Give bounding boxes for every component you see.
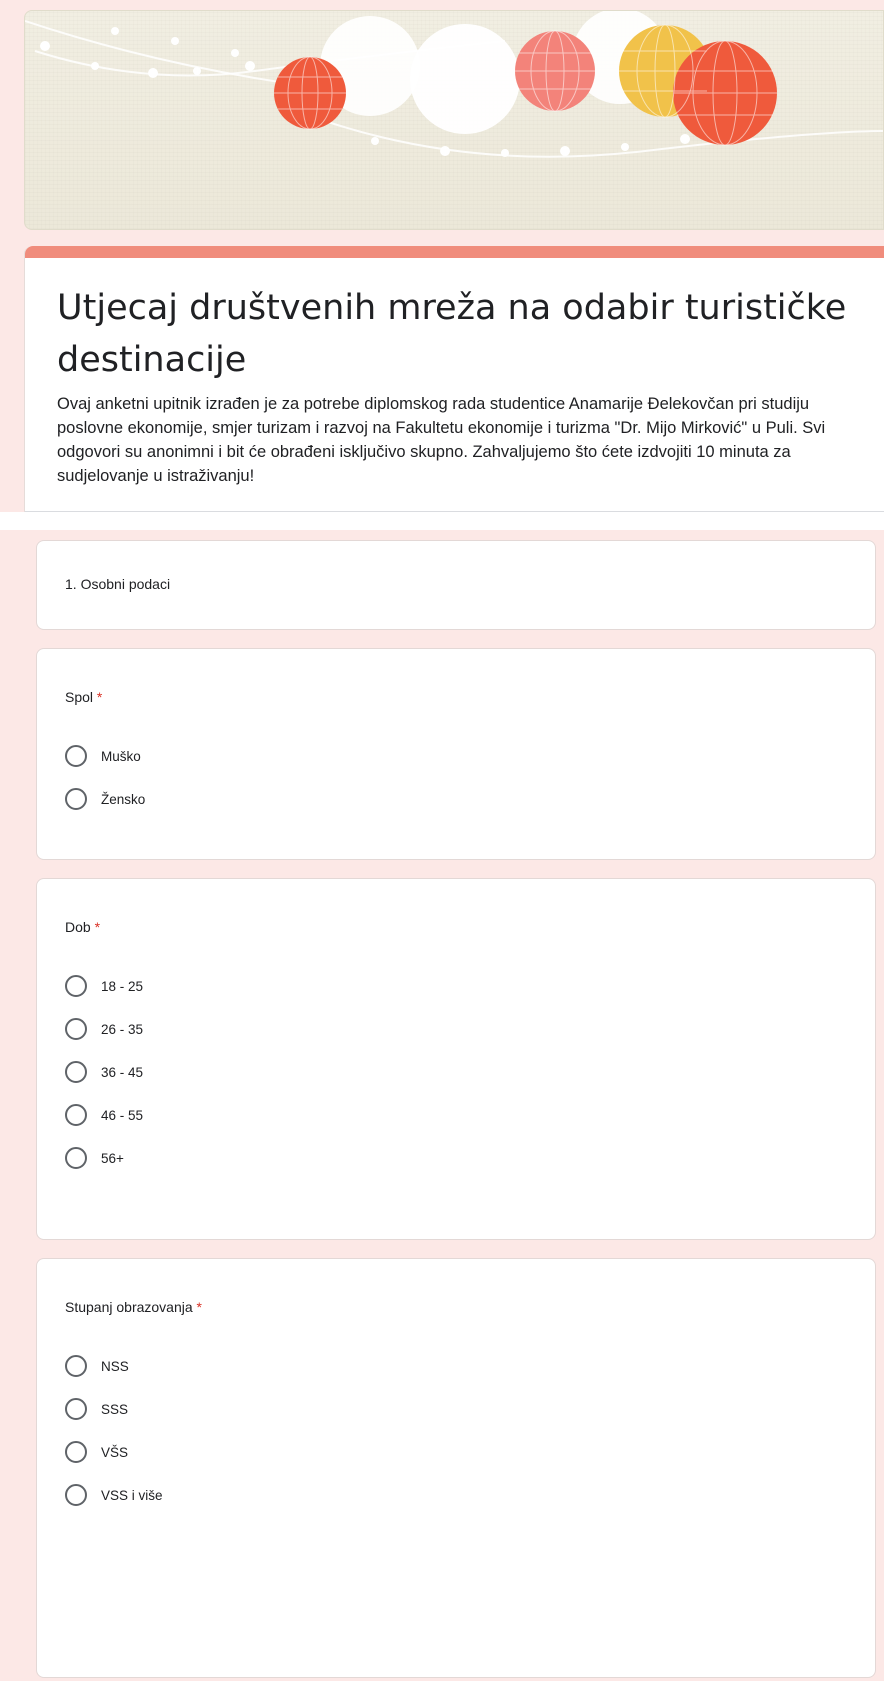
question-card-dob: Dob * 18 - 25 26 - 35 36 - 45 46 - 55 56… xyxy=(36,878,876,1240)
option-label: 46 - 55 xyxy=(101,1107,144,1123)
form-title: Utjecaj društvenih mreža na odabir turis… xyxy=(57,288,847,380)
form-header-screenshot: Utjecaj društvenih mreža na odabir turis… xyxy=(0,0,884,512)
required-asterisk: * xyxy=(96,689,103,705)
form-title-card: Utjecaj društvenih mreža na odabir turis… xyxy=(24,246,884,512)
section-title: 1. Osobni podaci xyxy=(65,576,171,592)
radio-unchecked-icon[interactable] xyxy=(65,1355,87,1377)
radio-option-56-plus[interactable]: 56+ xyxy=(65,1145,124,1171)
question-title: Spol * xyxy=(65,689,102,705)
radio-option-36-45[interactable]: 36 - 45 xyxy=(65,1059,143,1085)
radio-option-musko[interactable]: Muško xyxy=(65,743,141,769)
option-label: Muško xyxy=(101,748,141,764)
radio-option-vss-i-vise[interactable]: VSS i više xyxy=(65,1482,163,1508)
radio-unchecked-icon[interactable] xyxy=(65,1484,87,1506)
question-title: Dob * xyxy=(65,919,100,935)
option-label: 56+ xyxy=(101,1150,124,1166)
option-label: NSS xyxy=(101,1358,129,1374)
radio-unchecked-icon[interactable] xyxy=(65,1441,87,1463)
option-label: VSS i više xyxy=(101,1487,163,1503)
title-card-accent xyxy=(25,246,884,258)
radio-unchecked-icon[interactable] xyxy=(65,788,87,810)
question-title-text: Stupanj obrazovanja xyxy=(65,1299,193,1315)
option-label: 26 - 35 xyxy=(101,1021,144,1037)
radio-option-18-25[interactable]: 18 - 25 xyxy=(65,973,143,999)
radio-option-vss[interactable]: VŠS xyxy=(65,1439,128,1465)
radio-unchecked-icon[interactable] xyxy=(65,975,87,997)
radio-option-zensko[interactable]: Žensko xyxy=(65,786,145,812)
header-banner xyxy=(24,10,884,230)
radio-option-26-35[interactable]: 26 - 35 xyxy=(65,1016,143,1042)
radio-unchecked-icon[interactable] xyxy=(65,1018,87,1040)
option-label: SSS xyxy=(101,1401,129,1417)
option-label: VŠS xyxy=(101,1444,129,1460)
question-card-stupanj-obrazovanja: Stupanj obrazovanja * NSS SSS VŠS VSS i … xyxy=(36,1258,876,1678)
section-header-card: 1. Osobni podaci xyxy=(36,540,876,630)
option-label: Žensko xyxy=(101,791,146,807)
option-label: 36 - 45 xyxy=(101,1064,144,1080)
question-title-text: Dob xyxy=(65,919,91,935)
radio-option-nss[interactable]: NSS xyxy=(65,1353,129,1379)
required-asterisk: * xyxy=(94,919,101,935)
option-label: 18 - 25 xyxy=(101,978,144,994)
form-questions-screenshot: 1. Osobni podaci Spol * Muško Žensko Dob… xyxy=(0,530,884,1681)
question-title: Stupanj obrazovanja * xyxy=(65,1299,202,1315)
radio-unchecked-icon[interactable] xyxy=(65,1147,87,1169)
required-asterisk: * xyxy=(196,1299,202,1315)
form-description: Ovaj anketni upitnik izrađen je za potre… xyxy=(57,395,826,485)
radio-unchecked-icon[interactable] xyxy=(65,1061,87,1083)
radio-unchecked-icon[interactable] xyxy=(65,1104,87,1126)
question-card-spol: Spol * Muško Žensko xyxy=(36,648,876,860)
radio-unchecked-icon[interactable] xyxy=(65,745,87,767)
lanterns-illustration xyxy=(25,11,883,158)
radio-option-sss[interactable]: SSS xyxy=(65,1396,128,1422)
radio-option-46-55[interactable]: 46 - 55 xyxy=(65,1102,143,1128)
screenshot-gap xyxy=(0,512,884,530)
radio-unchecked-icon[interactable] xyxy=(65,1398,87,1420)
question-title-text: Spol xyxy=(65,689,94,705)
